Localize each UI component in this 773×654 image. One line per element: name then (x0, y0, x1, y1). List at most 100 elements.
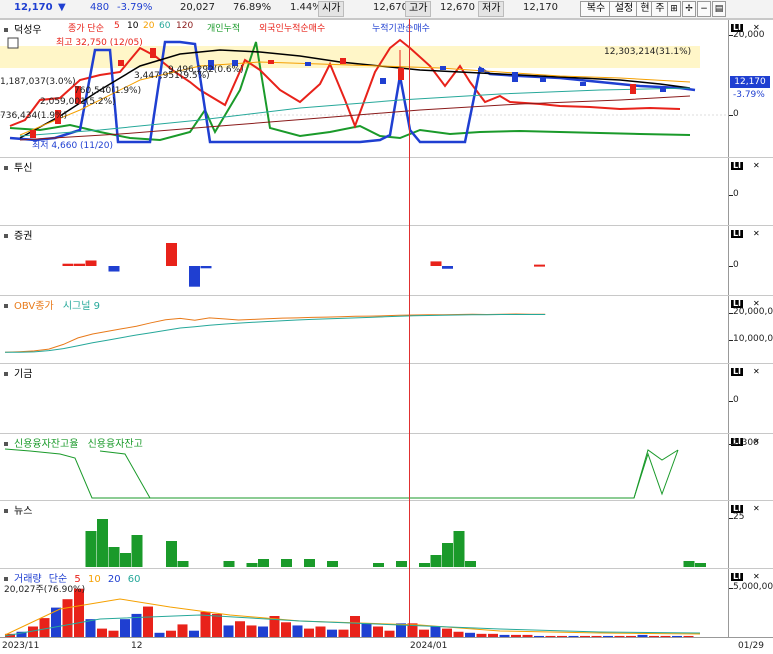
crosshair-icon[interactable]: ✢ (682, 1, 696, 17)
left-annotation-3: 2,059,001(5.2%) (40, 97, 116, 107)
y-tick-0: 0 (733, 395, 739, 405)
securities-bar (108, 266, 120, 272)
ma-10: 10 (127, 21, 139, 31)
price-pane[interactable]: 덕성우 종가 단순 5 10 20 60 120 개인누적 외국인누적순매수 누… (0, 19, 773, 158)
y-tick-25: 25 (733, 512, 745, 522)
news-bar (85, 531, 97, 567)
pane-obv[interactable]: OBV종가 시그널 9 LI✕ 20,000,00 10,000,00 (0, 295, 773, 364)
news-bar (695, 563, 706, 567)
securities-bar (74, 263, 85, 266)
news-bar (419, 563, 430, 567)
news-bar (683, 561, 695, 567)
vol-ma-60: 60 (127, 574, 141, 585)
high-value: 12,670 (440, 2, 475, 13)
turnover-value: 1.44% (290, 2, 322, 13)
securities-bar (62, 263, 74, 266)
grid-icon[interactable]: ⊞ (667, 1, 681, 17)
news-bar (246, 563, 258, 567)
news-bar (430, 555, 442, 567)
multi-button[interactable]: 복수 (580, 1, 612, 17)
volume-value: 20,027 (180, 2, 215, 13)
volume-bar (212, 613, 222, 637)
news-bars (85, 519, 706, 567)
securities-bar (200, 266, 212, 269)
minus-icon[interactable]: − (697, 1, 711, 17)
volume-bar (281, 622, 291, 637)
pane-controls[interactable]: LI ✕ (731, 229, 760, 238)
volume-bar (223, 625, 234, 637)
pane-title: 증권 (4, 227, 32, 242)
volume-bar (304, 628, 314, 637)
ma-5: 5 (114, 21, 120, 31)
y-tick-2300: 2,300 (733, 438, 759, 448)
obv-title: OBV종가 (14, 301, 54, 312)
vol-ma-20: 20 (107, 574, 121, 585)
volume-sub: 20,027주(76.90%) (4, 585, 86, 595)
low-value: 12,170 (523, 2, 558, 13)
securities-bar (430, 261, 442, 266)
current-price: 12,170 (14, 2, 53, 13)
left-annotation-4: 760,540(1.9%) (74, 86, 142, 96)
quote-bar: 12,170 ▼ 480 -3.79% 20,027 76.89% 1.44% … (0, 0, 773, 19)
obv-signal-title: 시그널 9 (62, 301, 101, 312)
volume-bar (419, 629, 429, 637)
obv-series-line (4, 313, 546, 353)
securities-bar (189, 266, 200, 287)
news-bar (396, 561, 407, 567)
price-plot[interactable]: 덕성우 종가 단순 5 10 20 60 120 개인누적 외국인누적순매수 누… (0, 20, 728, 158)
down-arrow-icon: ▼ (58, 2, 66, 13)
pane-investment-trust[interactable]: 투신 LI ✕ 0 (0, 157, 773, 226)
securities-bars (62, 243, 545, 287)
left-annotation-6: 9,496,292(0.6%) (168, 65, 244, 75)
news-bar (327, 561, 338, 567)
pane-controls[interactable]: LI ✕ (731, 572, 760, 581)
pane-news[interactable]: 뉴스 LI ✕ 25 (0, 500, 773, 569)
volume-bar (430, 626, 441, 637)
news-bar (465, 561, 476, 567)
price-axis[interactable]: LI ✕ 20,000 0 (728, 20, 773, 158)
news-bar (131, 535, 143, 567)
volume-bar (74, 588, 84, 637)
crosshair-line (409, 19, 410, 637)
volume-ratio: 76.89% (233, 2, 272, 13)
ma-20: 20 (143, 21, 155, 31)
pane-fund[interactable]: 기금 LI ✕ 0 (0, 363, 773, 434)
pane-title: 투신 (4, 159, 32, 174)
left-annotation-2: 736,434(1.9%) (0, 111, 68, 121)
volume-bar (143, 606, 153, 637)
window-icon[interactable]: ▤ (712, 1, 726, 17)
open-value: 12,670 (373, 2, 408, 13)
volume-bar (62, 599, 73, 637)
settings-button[interactable]: 설정 (609, 1, 639, 17)
pane-controls[interactable]: LI ✕ (731, 161, 760, 170)
securities-bar (166, 243, 177, 266)
pane-title: 뉴스 (4, 502, 32, 517)
left-annotation-1: 1,187,037(3.0%) (0, 77, 76, 87)
volume-bar (327, 629, 337, 637)
pane-volume[interactable]: 거래량 단순 5 10 20 60 20,027주(76.90%) LI ✕ 5,… (0, 568, 773, 638)
high-annotation: 최고 32,750 (12/05) (56, 38, 143, 48)
news-bar (453, 531, 465, 567)
ma-60: 60 (159, 21, 171, 31)
x-label-01-29: 01/29 (738, 641, 764, 651)
right-annotation: 12,303,214(31.1%) (604, 47, 692, 57)
y-tick-20000: 20,000 (733, 30, 765, 40)
pane-credit-loan[interactable]: 신용융자잔고율 신용융자잔고 LI ✕ 2,300 (0, 433, 773, 501)
y-tick-20m: 20,000,00 (733, 307, 773, 317)
news-bar (97, 519, 108, 567)
pane-securities[interactable]: 증권 LI ✕ 0 (0, 225, 773, 296)
high-label: 고가 (405, 1, 432, 17)
low-label: 저가 (478, 1, 505, 17)
y-tick-0: 0 (733, 189, 739, 199)
x-axis: 2023/11 12 2024/01 01/29 (0, 637, 773, 654)
securities-bar (442, 266, 453, 269)
news-bar (177, 561, 189, 567)
volume-bar (177, 624, 188, 637)
y-tick-5m: 5,000,00 (733, 582, 773, 592)
pane-controls[interactable]: LI ✕ (731, 367, 760, 376)
ma-label: 종가 단순 (68, 24, 104, 34)
volume-bar (235, 621, 245, 637)
volume-bar (361, 623, 372, 637)
news-bar (373, 563, 384, 567)
volume-bar (246, 625, 257, 637)
